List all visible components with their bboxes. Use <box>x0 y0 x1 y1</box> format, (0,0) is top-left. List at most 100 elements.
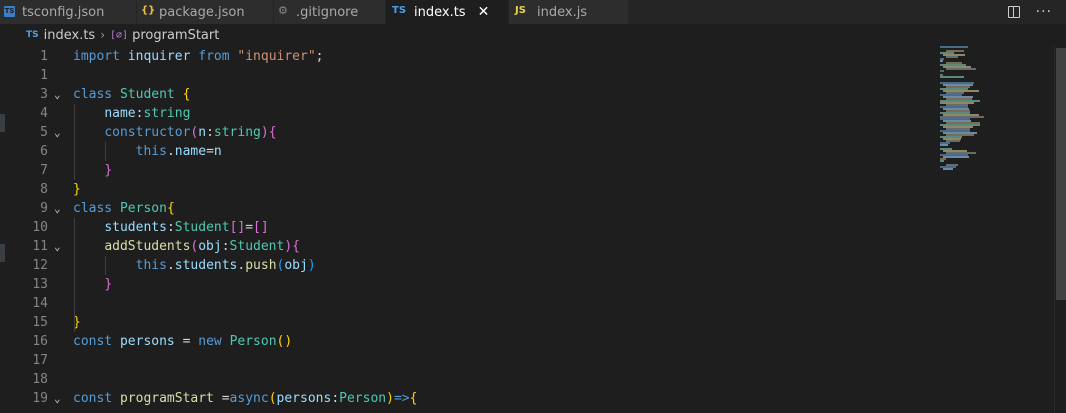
code-token: . <box>166 258 175 273</box>
code-token: { <box>409 391 418 406</box>
code-token: = <box>245 220 254 235</box>
code-token: ) <box>307 258 316 273</box>
minimap-line <box>946 68 976 70</box>
code-line[interactable]: 18 <box>0 370 900 389</box>
code-token: : <box>221 239 230 254</box>
code-text: } <box>73 275 112 294</box>
code-line[interactable]: 6 this.name=n <box>0 142 900 161</box>
code-token: Student <box>119 87 175 102</box>
code-token: ; <box>315 49 324 64</box>
code-text: class Student { <box>73 85 190 104</box>
tab-index-js[interactable]: JS index.js <box>509 0 629 24</box>
code-token: class <box>73 87 113 102</box>
indent-guide <box>104 142 106 161</box>
code-text: constructor(n:string){ <box>73 123 276 142</box>
code-token: : <box>166 220 175 235</box>
code-line[interactable]: 4 name:string <box>0 104 900 123</box>
code-token: "inquirer" <box>237 49 316 64</box>
code-line[interactable]: 17 <box>0 351 900 370</box>
code-token: obj <box>284 258 308 273</box>
code-line[interactable]: 16 const persons = new Person() <box>0 332 900 351</box>
code-text: class Person{ <box>73 199 175 218</box>
code-line[interactable]: 7 } <box>0 161 900 180</box>
line-number: 5 <box>40 125 48 140</box>
code-token: this <box>135 258 167 273</box>
breadcrumb-file[interactable]: index.ts <box>44 28 96 43</box>
code-token: . <box>166 144 175 159</box>
tab-tsconfig-json[interactable]: TS tsconfig.json <box>0 0 137 24</box>
more-actions-icon[interactable]: ··· <box>1036 5 1052 19</box>
minimap-line <box>946 56 958 58</box>
code-token: push <box>245 258 277 273</box>
code-token: string <box>143 106 191 121</box>
line-number: 1 <box>40 49 48 64</box>
code-line[interactable]: 1 <box>0 66 900 85</box>
code-line[interactable]: 10 students:Student[]=[] <box>0 218 900 237</box>
minimap-line <box>940 60 943 62</box>
line-number: 19 <box>32 391 48 406</box>
code-token: obj <box>198 239 222 254</box>
code-token: string <box>213 125 261 140</box>
minimap[interactable] <box>940 46 1040 413</box>
indent-guide <box>73 218 75 332</box>
close-tab-icon[interactable]: ✕ <box>478 5 490 19</box>
tab-index-ts[interactable]: TS index.ts ✕ <box>386 0 509 24</box>
code-token: constructor <box>104 125 191 140</box>
split-editor-icon[interactable] <box>1007 6 1020 18</box>
code-token: ) <box>260 125 269 140</box>
javascript-file-icon: JS <box>515 5 526 16</box>
code-line[interactable]: 1 import inquirer from "inquirer"; <box>0 47 900 66</box>
fold-chevron-icon[interactable]: ⌄ <box>54 199 61 218</box>
code-text: } <box>73 180 81 199</box>
code-token: => <box>393 391 410 406</box>
fold-chevron-icon[interactable]: ⌄ <box>54 85 61 104</box>
code-line[interactable]: 14 <box>0 294 900 313</box>
ts-config-icon: TS <box>4 6 15 17</box>
code-line[interactable]: 11 ⌄ addStudents(obj:Student){ <box>0 237 900 256</box>
code-line[interactable]: 3 ⌄ class Student { <box>0 85 900 104</box>
vertical-scrollbar[interactable] <box>1054 46 1066 413</box>
code-line[interactable]: 12 this.students.push(obj) <box>0 256 900 275</box>
code-token: { <box>182 87 191 102</box>
tab-gitignore[interactable]: ⚙ .gitignore <box>274 0 386 24</box>
breadcrumb-symbol[interactable]: programStart <box>132 28 219 43</box>
code-line[interactable]: 8} <box>0 180 900 199</box>
fold-chevron-icon[interactable]: ⌄ <box>54 123 61 142</box>
code-line[interactable]: 9 ⌄ class Person{ <box>0 199 900 218</box>
line-number: 15 <box>32 315 48 330</box>
code-token: { <box>166 201 175 216</box>
fold-chevron-icon[interactable]: ⌄ <box>54 237 61 256</box>
fold-chevron-icon[interactable]: ⌄ <box>54 389 61 408</box>
indent-guide <box>104 256 106 275</box>
code-token: n <box>213 144 222 159</box>
code-line[interactable]: 5 ⌄ constructor(n:string){ <box>0 123 900 142</box>
code-line[interactable]: 13 } <box>0 275 900 294</box>
line-number: 8 <box>40 182 48 197</box>
code-token: students <box>104 220 167 235</box>
tab-label: tsconfig.json <box>22 4 105 20</box>
code-editor[interactable]: 1 import inquirer from "inquirer"; 1 3 ⌄ clas… <box>0 46 1054 413</box>
tab-label: index.ts <box>414 4 466 20</box>
editor-actions: ··· <box>1007 0 1066 24</box>
code-token: new <box>198 334 222 349</box>
code-text: name:string <box>73 104 190 123</box>
tab-package-json[interactable]: {} package.json <box>137 0 274 24</box>
typescript-file-icon: TS <box>26 30 39 40</box>
line-number: 1 <box>40 68 48 83</box>
code-line[interactable]: 15} <box>0 313 900 332</box>
code-token: ) <box>284 239 293 254</box>
tab-label: .gitignore <box>296 4 359 20</box>
breadcrumb: TS index.ts › [∅] programStart <box>0 24 1066 46</box>
code-token: } <box>104 163 113 178</box>
line-number: 11 <box>32 239 48 254</box>
line-number: 6 <box>40 144 48 159</box>
code-line[interactable]: 19 ⌄ const programStart =async(persons:Per… <box>0 389 900 408</box>
scrollbar-thumb[interactable] <box>1056 48 1066 300</box>
code-token: ( <box>268 391 277 406</box>
